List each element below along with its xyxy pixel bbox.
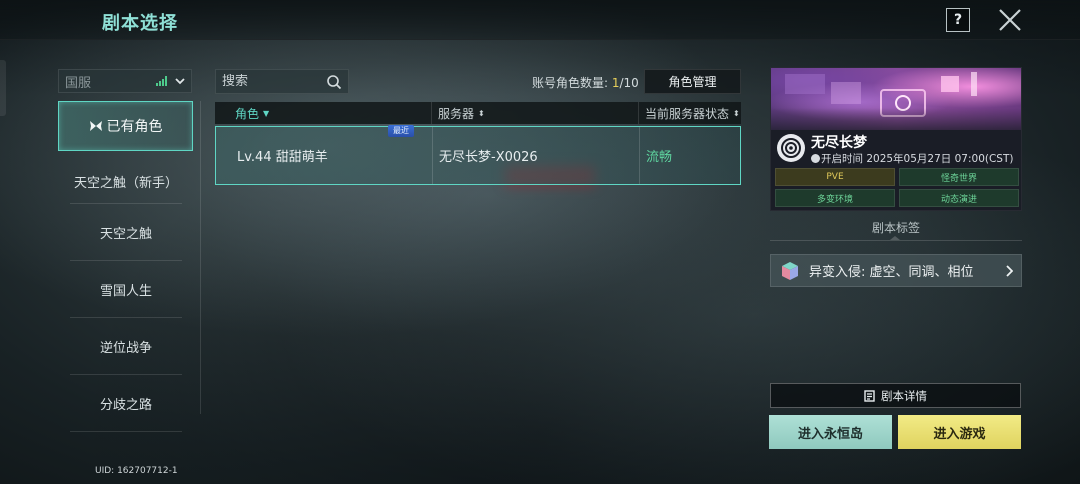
column-header-server-label: 服务器 [438, 106, 475, 121]
chevron-right-icon [1006, 264, 1013, 277]
script-item-divergent-road[interactable]: 分歧之路 [70, 375, 182, 432]
script-open-time: 开启时间 2025年05月27日 07:00(CST) [811, 151, 1021, 166]
script-open-time-text: 开启时间 2025年05月27日 07:00(CST) [821, 153, 1014, 165]
character-name: Lv.44 甜甜萌羊 [237, 150, 328, 165]
owned-characters-button[interactable]: 已有角色 [58, 101, 193, 151]
search-input[interactable] [222, 74, 322, 89]
close-button[interactable] [996, 6, 1024, 34]
mutation-invasion-row[interactable]: 异变入侵: 虚空、同调、相位 [770, 254, 1022, 287]
cell-server: 无尽长梦-X0026 [433, 127, 640, 184]
script-tags-notch [890, 236, 900, 240]
character-count-label: 账号角色数量: [532, 76, 612, 90]
help-button[interactable]: ? [946, 8, 970, 32]
top-bar: 剧本选择 ? [0, 0, 1080, 40]
column-header-status[interactable]: 当前服务器状态 ⬍ [639, 102, 741, 124]
sort-icon: ⬍ [733, 108, 740, 118]
banner-shade [771, 108, 1021, 138]
side-handle[interactable] [0, 60, 6, 116]
region-select[interactable]: 国服 [58, 69, 192, 93]
script-card[interactable]: 无尽长梦 开启时间 2025年05月27日 07:00(CST) PVE 怪奇世… [770, 67, 1022, 211]
script-item-sky-touch[interactable]: 天空之触 [70, 204, 182, 261]
table-header: 角色 ▼ 服务器 ⬍ 当前服务器状态 ⬍ [215, 102, 741, 124]
uid-label: UID: 162707712-1 [95, 466, 178, 476]
character-count: 账号角色数量: 1/10 [532, 74, 639, 91]
script-item-reverse-war[interactable]: 逆位战争 [70, 318, 182, 375]
chevron-down-icon [175, 78, 185, 85]
signal-icon [156, 76, 167, 86]
sidebar-divider [200, 101, 201, 414]
search-box[interactable] [215, 69, 349, 94]
column-header-server[interactable]: 服务器 ⬍ [432, 102, 639, 124]
sort-icon: ⬍ [478, 108, 485, 118]
character-count-current: 1 [611, 76, 620, 90]
cell-character: 最近 Lv.44 甜甜萌羊 [216, 125, 433, 184]
mutation-invasion-label: 异变入侵: 虚空、同调、相位 [809, 265, 974, 280]
recent-badge: 最近 [388, 125, 414, 137]
script-tags-title: 剧本标签 [871, 221, 920, 235]
clock-icon [811, 154, 820, 163]
butterfly-icon [89, 121, 102, 131]
table-row[interactable]: 最近 Lv.44 甜甜萌羊 无尽长梦-X0026 流畅 [215, 125, 741, 185]
document-icon [864, 389, 875, 402]
search-icon[interactable] [326, 74, 342, 90]
script-list: 天空之触（新手） 天空之触 雪国人生 逆位战争 分歧之路 [70, 160, 182, 432]
script-tags-divider [770, 240, 1022, 241]
cube-icon [782, 261, 798, 280]
column-header-character-label: 角色 [235, 106, 260, 121]
script-details-label: 剧本详情 [881, 388, 927, 403]
enter-game-button[interactable]: 进入游戏 [898, 415, 1021, 449]
tag-weird-world: 怪奇世界 [899, 168, 1019, 186]
page-title: 剧本选择 [102, 13, 178, 34]
cell-status: 流畅 [646, 150, 673, 165]
script-item-snow-country[interactable]: 雪国人生 [70, 261, 182, 318]
script-item-sky-touch-novice[interactable]: 天空之触（新手） [70, 160, 182, 204]
column-header-character[interactable]: 角色 ▼ [215, 102, 432, 124]
script-name: 无尽长梦 [811, 135, 867, 151]
column-header-status-label: 当前服务器状态 [645, 106, 730, 121]
script-logo-icon [777, 134, 805, 162]
tag-pve: PVE [775, 168, 895, 186]
script-details-button[interactable]: 剧本详情 [770, 383, 1021, 408]
tag-variable-environment: 多变环境 [775, 189, 895, 207]
sort-desc-icon: ▼ [263, 108, 270, 118]
character-count-total: /10 [619, 76, 639, 90]
tag-dynamic-evolution: 动态演进 [899, 189, 1019, 207]
character-manage-button[interactable]: 角色管理 [644, 69, 741, 94]
enter-eternal-island-button[interactable]: 进入永恒岛 [769, 415, 892, 449]
region-label: 国服 [65, 75, 92, 91]
close-icon [999, 9, 1021, 31]
owned-characters-label: 已有角色 [106, 119, 163, 135]
